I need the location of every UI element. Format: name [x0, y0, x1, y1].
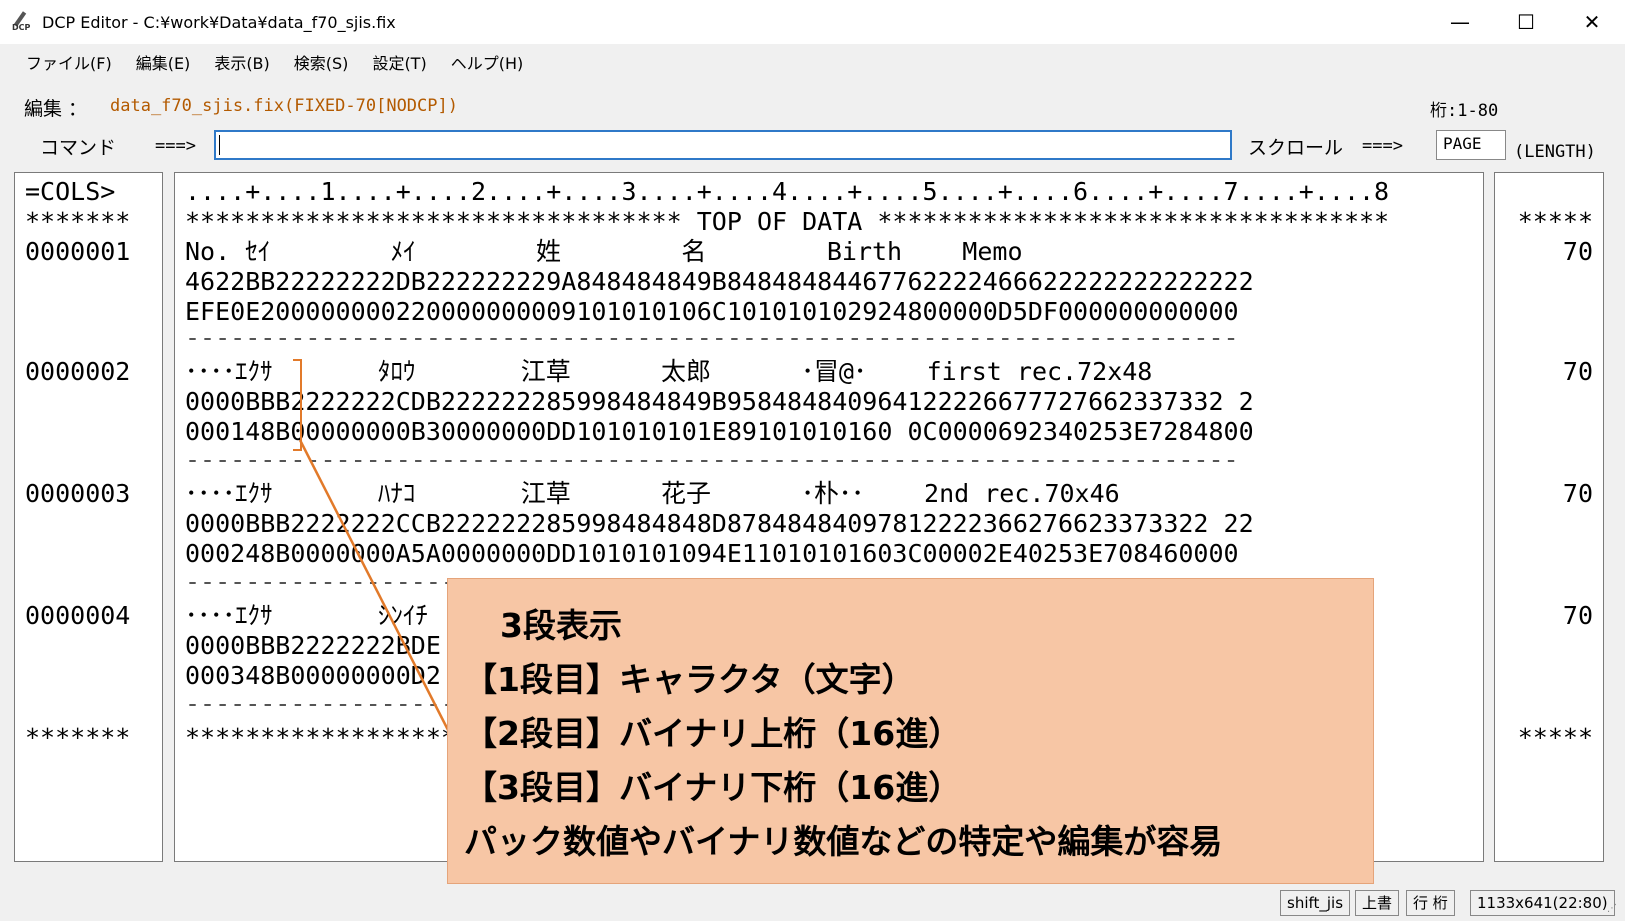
command-input[interactable] [214, 130, 1232, 160]
line-number: ******* [25, 723, 131, 752]
scroll-arrow: ===> [1362, 136, 1403, 156]
record-char-row[interactable]: ････ｴｸｻ ﾀﾛｳ 江草 太郎 ･冒@･ first rec.72x48 [185, 357, 1152, 387]
resize-grip-icon[interactable]: ⋰ [1607, 903, 1621, 917]
record-char-row[interactable]: No. ｾｲ ﾒｲ 姓 名 Birth Memo [185, 237, 1023, 267]
column-highlight-bracket [293, 359, 302, 451]
menu-search[interactable]: 検索(S) [294, 50, 349, 74]
maximize-button[interactable]: ☐ [1493, 0, 1559, 44]
line-number-panel[interactable]: =COLS> ******* 0000001 0000002 0000003 0… [14, 172, 163, 862]
command-label: コマンド [40, 137, 117, 159]
record-separator: ----------------------------------------… [185, 445, 1239, 474]
column-ruler: ....+....1....+....2....+....3....+....4… [185, 177, 1390, 206]
record-separator: ----------------------------------------… [185, 323, 1239, 352]
length-value: 70 [1562, 237, 1593, 266]
line-number[interactable]: 0000003 [25, 479, 130, 509]
line-number: ******* [25, 207, 131, 236]
menu-settings[interactable]: 設定(T) [372, 50, 426, 74]
record-hex-high-row[interactable]: 0000BBB2222222BDE [185, 631, 441, 661]
length-value: 70 [1562, 601, 1593, 630]
record-char-row[interactable]: ････ｴｸｻ ﾊﾅｺ 江草 花子 ･朴･･ 2nd rec.70x46 [185, 479, 1120, 509]
menu-bar: ファイル(F) 編集(E) 表示(B) 検索(S) 設定(T) ヘルプ(H) [0, 44, 1625, 80]
callout-summary: パック数値やバイナリ数値などの特定や編集が容易 [464, 822, 1223, 861]
length-value: 70 [1562, 479, 1593, 508]
record-hex-low-row[interactable]: 000248B0000000A5A0000000DD1010101094E110… [185, 539, 1239, 569]
record-char-row[interactable]: ････ｴｸｻ ｼﾝｲﾁ [185, 601, 428, 631]
command-arrow: ===> [155, 136, 196, 156]
line-number[interactable]: 0000004 [25, 601, 130, 631]
close-button[interactable]: ✕ [1559, 0, 1625, 44]
top-of-data-marker: ********************************* TOP OF… [185, 207, 1390, 236]
status-size: 1133x641(22:80) [1470, 890, 1615, 916]
scroll-label: スクロール [1248, 137, 1344, 159]
callout-line-char: 【1段目】キャラクタ（文字） [464, 660, 915, 699]
edit-file-info: data_f70_sjis.fix(FIXED-70[NODCP]) [110, 96, 458, 116]
status-mode: 上書 [1355, 890, 1400, 916]
status-unit: 行 桁 [1406, 890, 1455, 916]
menu-file[interactable]: ファイル(F) [26, 50, 112, 74]
text-caret [219, 135, 220, 155]
callout-line-hex-low: 【3段目】バイナリ下桁（16進） [464, 768, 962, 807]
line-number: =COLS> [25, 177, 116, 206]
record-hex-high-row[interactable]: 0000BBB2222222CCB222222285998484848D8784… [185, 509, 1254, 539]
title-bar: DCP DCP Editor - C:¥work¥Data¥data_f70_s… [0, 0, 1625, 44]
annotation-callout: 3段表示 【1段目】キャラクタ（文字） 【2段目】バイナリ上桁（16進） 【3段… [447, 578, 1374, 884]
line-number[interactable]: 0000002 [25, 357, 130, 387]
length-label: (LENGTH) [1514, 142, 1596, 162]
minimize-button[interactable]: — [1427, 0, 1493, 44]
record-hex-high-row[interactable]: 4622BB22222222DB222222229A848484849B8484… [185, 267, 1254, 297]
line-number[interactable]: 0000001 [25, 237, 130, 267]
record-hex-low-row[interactable]: 000148B00000000B30000000DD101010101E8910… [185, 417, 1254, 447]
window-title: DCP Editor - C:¥work¥Data¥data_f70_sjis.… [42, 12, 396, 32]
menu-view[interactable]: 表示(B) [214, 50, 269, 74]
status-bar: shift_jis 上書 行 桁 1133x641(22:80) ⋰ [0, 886, 1625, 921]
record-hex-low-row[interactable]: 000348B00000000D2 [185, 661, 441, 691]
menu-edit[interactable]: 編集(E) [136, 50, 191, 74]
length-value: ***** [1517, 207, 1593, 236]
record-length-panel: ***** 70 70 70 70 ***** [1494, 172, 1604, 862]
app-icon: DCP [12, 11, 34, 33]
length-value: 70 [1562, 357, 1593, 386]
length-value: ***** [1517, 723, 1593, 752]
callout-title: 3段表示 [500, 606, 622, 645]
scroll-amount-input[interactable]: PAGE [1436, 130, 1506, 160]
column-range: 桁:1-80 [1430, 101, 1499, 121]
edit-label: 編集 ： [24, 98, 88, 120]
callout-line-hex-high: 【2段目】バイナリ上桁（16進） [464, 714, 962, 753]
record-hex-high-row[interactable]: 0000BBB2222222CDB222222285998484849B9584… [185, 387, 1254, 417]
status-encoding: shift_jis [1280, 890, 1351, 916]
menu-help[interactable]: ヘルプ(H) [451, 50, 524, 74]
